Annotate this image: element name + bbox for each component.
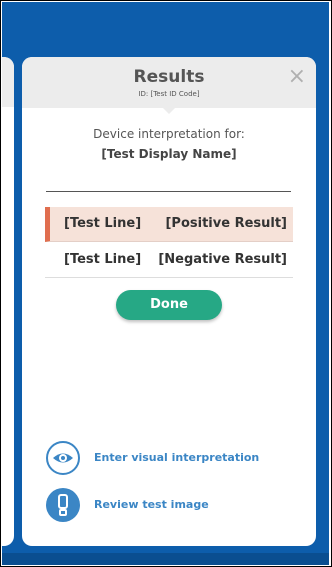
enter-visual-interpretation-button[interactable]: Enter visual interpretation xyxy=(46,441,306,477)
result-row-negative: [Test Line] [Negative Result] xyxy=(45,243,293,278)
test-display-name: [Test Display Name] xyxy=(101,147,237,161)
previous-card-header xyxy=(2,57,14,107)
divider xyxy=(46,191,291,192)
result-value: [Negative Result] xyxy=(158,252,287,267)
bottom-strip xyxy=(2,553,329,565)
close-icon[interactable]: × xyxy=(288,66,306,88)
visual-interpretation-label: Enter visual interpretation xyxy=(94,451,260,464)
test-line-label: [Test Line] xyxy=(64,252,142,267)
modal-header: Results ID: [Test ID Code] × xyxy=(22,57,316,108)
test-id-code: ID: [Test ID Code] xyxy=(138,90,200,98)
header-notch xyxy=(161,106,177,114)
review-test-image-button[interactable]: Review test image xyxy=(46,488,306,524)
previous-card-edge[interactable] xyxy=(2,57,14,546)
result-value: [Positive Result] xyxy=(165,216,287,231)
review-test-image-label: Review test image xyxy=(94,498,209,511)
modal-title: Results xyxy=(133,67,205,87)
done-button[interactable]: Done xyxy=(116,290,222,320)
eye-icon xyxy=(46,441,80,475)
interpretation-label: Device interpretation for: xyxy=(93,127,245,141)
result-row-positive: [Test Line] [Positive Result] xyxy=(45,207,293,242)
test-line-label: [Test Line] xyxy=(64,216,142,231)
exclamation-icon xyxy=(46,488,80,522)
results-modal: Results ID: [Test ID Code] × Device inte… xyxy=(22,57,316,546)
